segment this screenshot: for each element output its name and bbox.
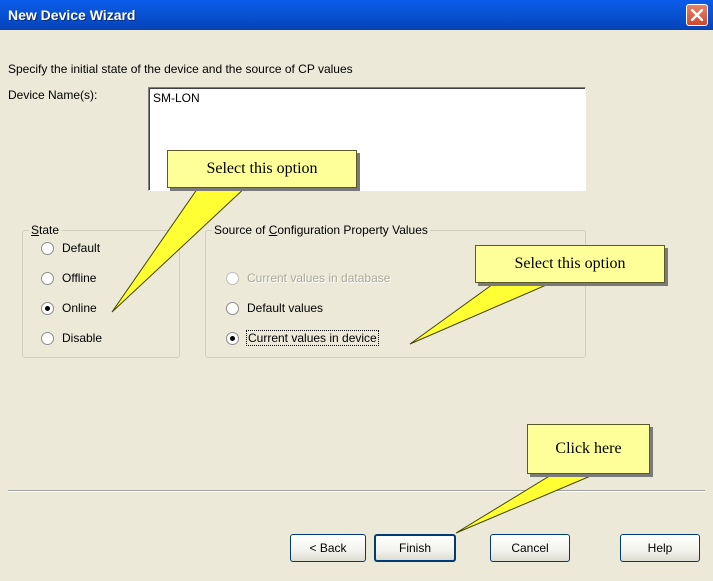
source-callout-pointer	[409, 278, 561, 345]
finish-callout-pointer	[455, 471, 601, 534]
state-callout: Select this option	[167, 150, 357, 188]
callout-pointers	[111, 184, 601, 534]
state-callout-pointer	[111, 184, 250, 313]
source-callout: Select this option	[475, 245, 665, 283]
finish-callout: Click here	[527, 424, 650, 474]
